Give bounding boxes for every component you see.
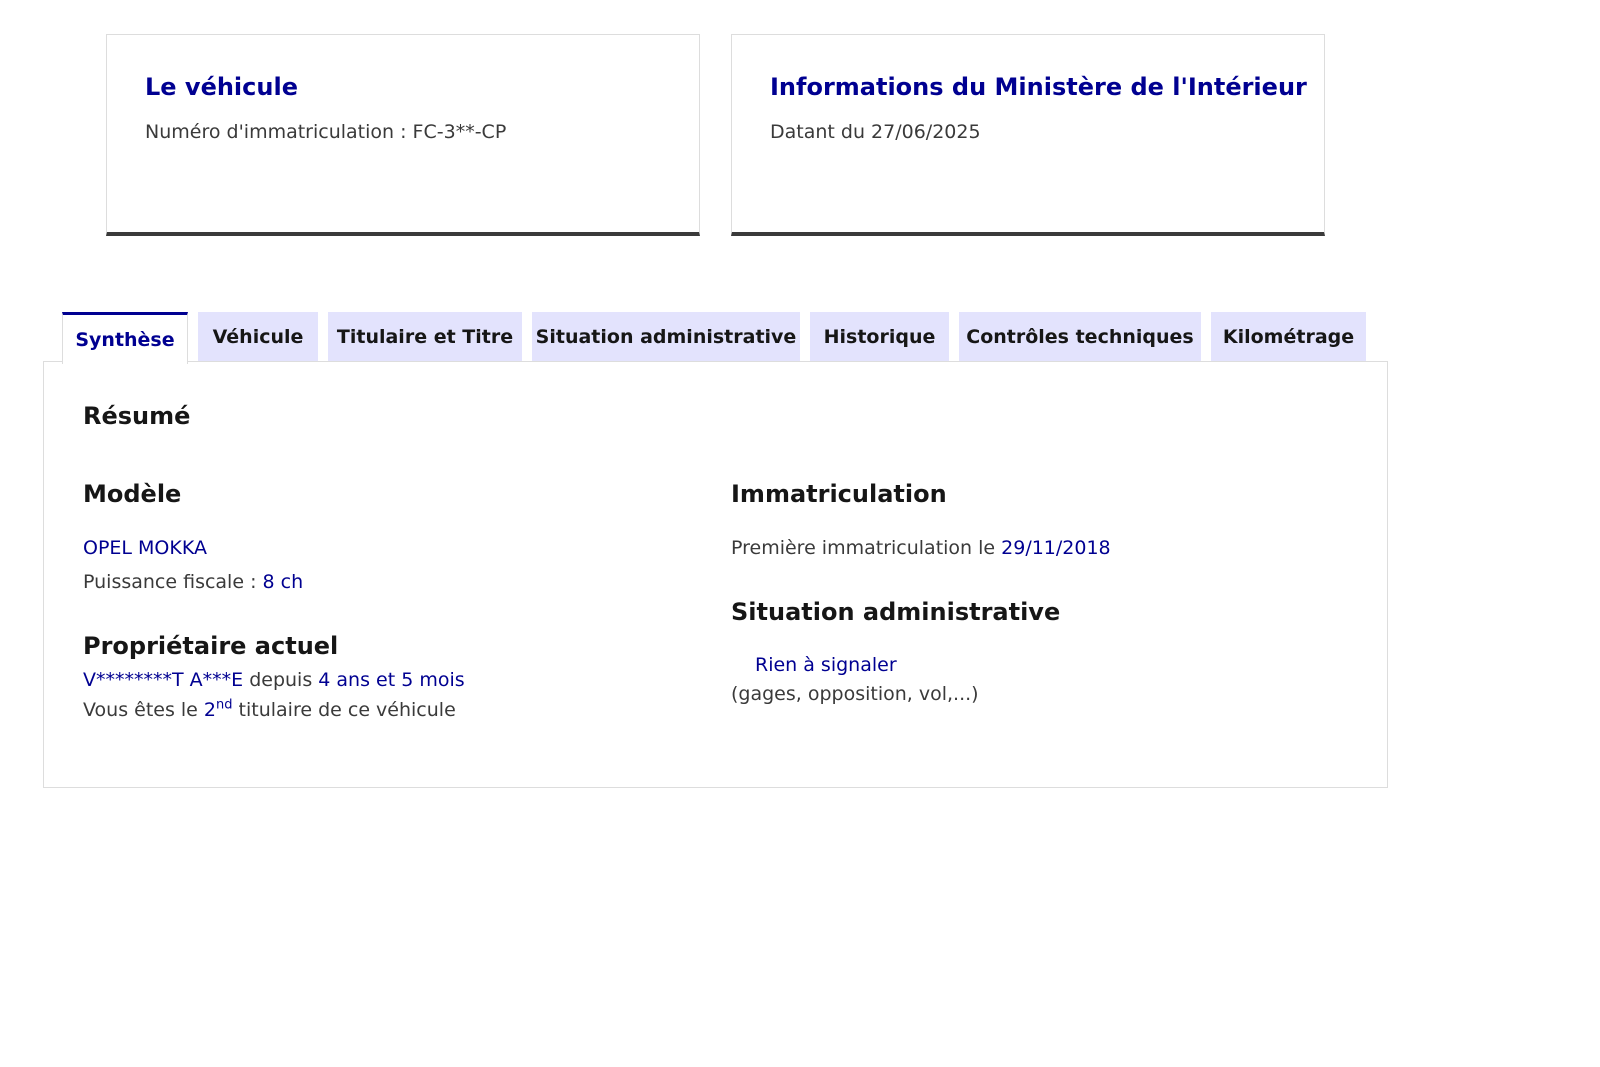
- fiscal-power-label: Puissance fiscale :: [83, 571, 263, 593]
- admin-note: (gages, opposition, vol,...): [731, 683, 979, 705]
- owner-rank-number: 2: [203, 699, 216, 721]
- first-registration-label: Première immatriculation le: [731, 537, 1002, 559]
- owner-rank: Vous êtes le 2nd titulaire de ce véhicul…: [83, 699, 456, 721]
- tab-kilometrage[interactable]: Kilométrage: [1211, 312, 1366, 362]
- owner-line: V********T A***E depuis 4 ans et 5 mois: [83, 669, 465, 691]
- ministry-card: Informations du Ministère de l'Intérieur…: [731, 34, 1325, 236]
- summary-title: Résumé: [83, 402, 191, 430]
- fiscal-power-value: 8 ch: [262, 571, 304, 593]
- model-heading: Modèle: [83, 480, 182, 508]
- vehicle-card-title: Le véhicule: [145, 73, 298, 101]
- admin-heading: Situation administrative: [731, 598, 1061, 626]
- registration-number: Numéro d'immatriculation : FC-3**-CP: [145, 121, 507, 143]
- owner-rank-suffix: nd: [216, 697, 233, 713]
- owner-since-label: depuis: [243, 669, 319, 691]
- tab-synthese[interactable]: Synthèse: [62, 312, 188, 364]
- admin-status: Rien à signaler: [755, 654, 897, 676]
- owner-rank-prefix: Vous êtes le: [83, 699, 204, 721]
- owner-heading: Propriétaire actuel: [83, 632, 339, 660]
- owner-rank-after: titulaire de ce véhicule: [232, 699, 456, 721]
- owner-name: V********T A***E: [83, 669, 244, 691]
- fiscal-power: Puissance fiscale : 8 ch: [83, 571, 303, 593]
- tab-titulaire-et-titre[interactable]: Titulaire et Titre: [328, 312, 522, 362]
- tab-historique[interactable]: Historique: [810, 312, 949, 362]
- owner-since-value: 4 ans et 5 mois: [318, 669, 465, 691]
- registration-heading: Immatriculation: [731, 480, 947, 508]
- tab-controles-techniques[interactable]: Contrôles techniques: [959, 312, 1201, 362]
- synthese-panel: Résumé Modèle OPEL MOKKA Puissance fisca…: [43, 361, 1388, 788]
- model-name: OPEL MOKKA: [83, 537, 207, 559]
- tab-situation-administrative[interactable]: Situation administrative: [532, 312, 800, 362]
- ministry-card-title: Informations du Ministère de l'Intérieur: [770, 73, 1307, 101]
- vehicle-card: Le véhicule Numéro d'immatriculation : F…: [106, 34, 700, 236]
- first-registration: Première immatriculation le 29/11/2018: [731, 537, 1111, 559]
- tab-vehicule[interactable]: Véhicule: [198, 312, 318, 362]
- first-registration-date: 29/11/2018: [1001, 537, 1111, 559]
- ministry-card-date: Datant du 27/06/2025: [770, 121, 981, 143]
